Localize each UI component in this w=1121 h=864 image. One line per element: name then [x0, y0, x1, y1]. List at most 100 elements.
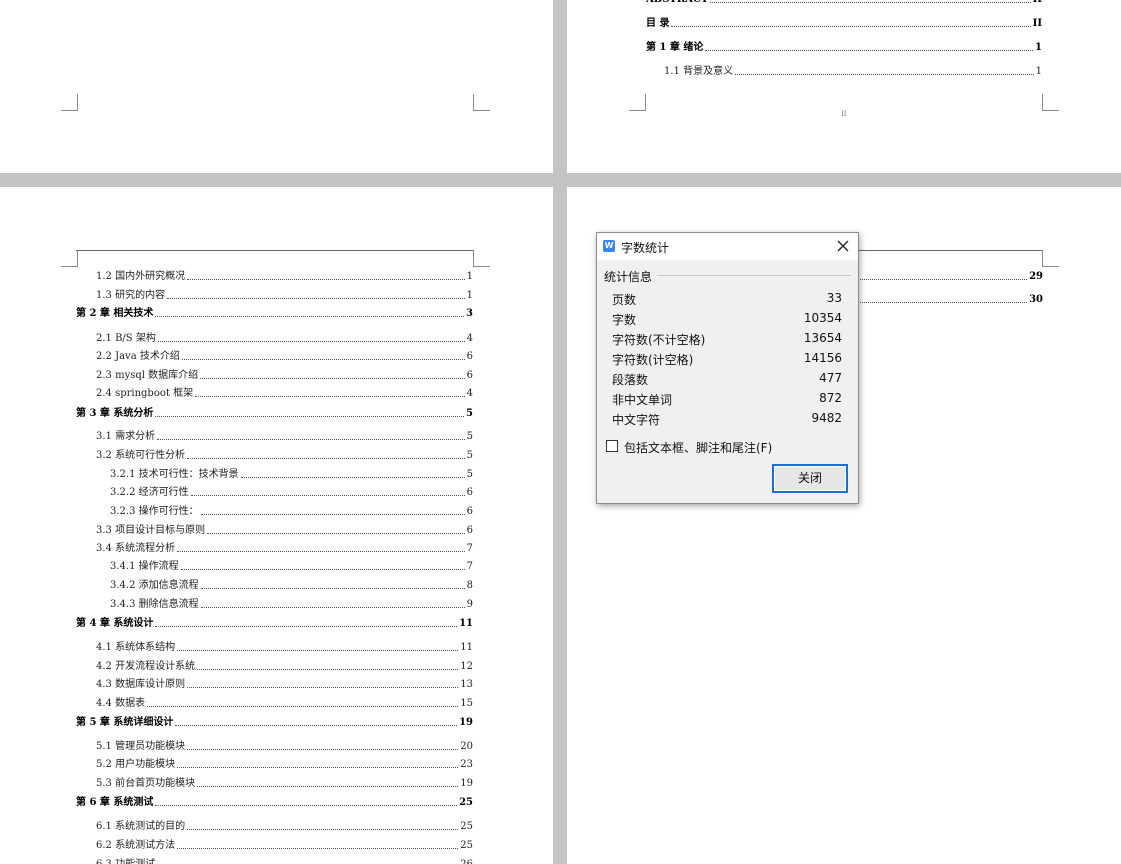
- toc-leader-dots: [735, 73, 1034, 75]
- toc-entry-title: 2.3 mysql 数据库介绍: [96, 370, 199, 381]
- toc-entry-page: 4: [466, 388, 473, 399]
- toc-entry-page: 5: [466, 469, 473, 480]
- toc-chapter-entry[interactable]: 第 4 章 系统设计 11: [76, 618, 473, 630]
- toc-entry-page: 19: [459, 717, 473, 728]
- toc-leader-dots: [187, 686, 459, 688]
- word-count-dialog: W 字数统计 统计信息 页数 33 字数 10354 字符数(不计空格) 13654 字符数…: [596, 232, 859, 504]
- toc-entry-title: 3.4.2 添加信息流程: [110, 580, 199, 591]
- toc-entry[interactable]: 3.2 系统可行性分析 5: [96, 450, 473, 462]
- toc-entry-page: 6: [466, 351, 473, 362]
- toc-chapter-entry[interactable]: 第 2 章 相关技术 3: [76, 308, 473, 320]
- stat-value: 33: [826, 291, 842, 305]
- document-page-bottom-left: 1.2 国内外研究概况 1 1.3 研究的内容 1 第 2 章 相关技术 3 2.1 B/S…: [0, 187, 553, 864]
- toc-leader-dots: [177, 649, 459, 651]
- stat-row: 段落数 477: [612, 371, 842, 389]
- toc-entry-title: 3.2.2 经济可行性: [110, 487, 189, 498]
- toc-entry[interactable]: 6.2 系统测试方法 25: [96, 840, 473, 852]
- toc-entry[interactable]: 3.3 项目设计目标与原则 6: [96, 525, 473, 537]
- toc-entry-page: 7: [466, 561, 473, 572]
- toc-entry[interactable]: 4.2 开发流程设计系统 12: [96, 661, 473, 673]
- stat-label: 字符数(不计空格): [612, 333, 706, 347]
- toc-entry[interactable]: 3.2.3 操作可行性： 6: [110, 506, 473, 518]
- toc-leader-dots: [187, 457, 465, 459]
- toc-entry[interactable]: 5.2 用户功能模块 23: [96, 759, 473, 771]
- toc-chapter-entry[interactable]: ABSTRACT II: [646, 0, 1042, 6]
- toc-entry[interactable]: 4.4 数据表 15: [96, 698, 473, 710]
- toc-leader-dots: [177, 766, 459, 768]
- toc-entry[interactable]: 2.1 B/S 架构 4: [96, 333, 473, 345]
- toc-entry[interactable]: 6.1 系统测试的目的 25: [96, 821, 473, 833]
- toc-entry-title: 3.1 需求分析: [96, 431, 156, 442]
- toc-entry-title: 5.1 管理员功能模块: [96, 741, 186, 752]
- toc-entry-page: 25: [459, 797, 473, 808]
- toc-entry-page: 6: [466, 487, 473, 498]
- toc-entry-page: II: [1032, 18, 1042, 29]
- toc-entry[interactable]: 3.4.2 添加信息流程 8: [110, 580, 473, 592]
- toc-entry-page: 6: [466, 506, 473, 517]
- page-corner-mark: [473, 250, 490, 267]
- toc-chapter-entry[interactable]: 第 1 章 绪论 1: [646, 42, 1042, 54]
- toc-entry-title: 目 录: [646, 18, 670, 29]
- toc-entry-page: 5: [466, 431, 473, 442]
- toc-entry-page: 15: [460, 698, 473, 709]
- document-page-top-right: ABSTRACT II 目 录 II 第 1 章 绪论 1 1.1 背景及意义 1 II: [567, 0, 1121, 173]
- toc-entry-page: 5: [466, 450, 473, 461]
- toc-entry-title: 6.3 功能测试: [96, 859, 155, 864]
- toc-entry[interactable]: 2.2 Java 技术介绍 6: [96, 351, 473, 363]
- toc-chapter-entry[interactable]: 目 录 II: [646, 18, 1042, 30]
- toc-entry[interactable]: 1.1 背景及意义 1: [664, 66, 1042, 78]
- include-textboxes-footnotes-label[interactable]: 包括文本框、脚注和尾注(F): [624, 439, 772, 456]
- toc-leader-dots: [200, 513, 465, 515]
- stat-value: 13654: [803, 331, 842, 345]
- toc-entry[interactable]: 3.2.1 技术可行性：技术背景 5: [110, 469, 473, 481]
- toc-entry[interactable]: 3.4 系统流程分析 7: [96, 543, 473, 555]
- stat-label: 中文字符: [612, 413, 661, 427]
- toc-entry-title: 3.3 项目设计目标与原则: [96, 525, 206, 536]
- include-textboxes-footnotes-checkbox[interactable]: [606, 440, 618, 452]
- close-icon[interactable]: [834, 237, 852, 255]
- toc-leader-dots: [197, 668, 459, 670]
- toc-entry-page: 1: [1035, 66, 1042, 77]
- toc-entry[interactable]: 5.3 前台首页功能模块 19: [96, 778, 473, 790]
- toc-entry[interactable]: 3.4.1 操作流程 7: [110, 561, 473, 573]
- toc-entry-page: 1: [466, 290, 473, 301]
- toc-leader-dots: [200, 377, 465, 379]
- toc-entry-title: 第 5 章 系统详细设计: [76, 717, 174, 728]
- group-divider: [657, 275, 851, 276]
- wps-writer-icon: W: [603, 240, 615, 252]
- toc-entry-title: 1.3 研究的内容: [96, 290, 166, 301]
- toc-entry[interactable]: 4.3 数据库设计原则 13: [96, 679, 473, 691]
- toc-entry[interactable]: 2.3 mysql 数据库介绍 6: [96, 370, 473, 382]
- toc-entry[interactable]: 1.2 国内外研究概况 1: [96, 271, 473, 283]
- toc-entry-page: 11: [459, 618, 473, 629]
- toc-entry[interactable]: 1.3 研究的内容 1: [96, 290, 473, 302]
- toc-entry-title: 第 2 章 相关技术: [76, 308, 154, 319]
- toc-entry-page: 7: [466, 543, 473, 554]
- page-corner-mark: [61, 250, 78, 267]
- toc-chapter-entry[interactable]: 第 6 章 系统测试 25: [76, 797, 473, 809]
- toc-entry-title: 3.4 系统流程分析: [96, 543, 176, 554]
- toc-entry[interactable]: 2.4 springboot 框架 4: [96, 388, 473, 400]
- toc-entry-page: 25: [460, 840, 473, 851]
- toc-entry[interactable]: 3.2.2 经济可行性 6: [110, 487, 473, 499]
- toc-entry[interactable]: 4.1 系统体系结构 11: [96, 642, 473, 654]
- toc-entry[interactable]: 3.1 需求分析 5: [96, 431, 473, 443]
- toc-chapter-entry[interactable]: 第 5 章 系统详细设计 19: [76, 717, 473, 729]
- dialog-titlebar[interactable]: W 字数统计: [597, 233, 858, 260]
- toc-entry-page: 12: [460, 661, 473, 672]
- toc-leader-dots: [200, 587, 465, 589]
- stat-label: 页数: [612, 293, 637, 307]
- close-button[interactable]: 关闭: [772, 464, 848, 493]
- stat-value: 10354: [803, 311, 842, 325]
- stat-label: 非中文单词: [612, 393, 673, 407]
- dialog-title: 字数统计: [621, 241, 670, 255]
- toc-entry[interactable]: 5.1 管理员功能模块 20: [96, 741, 473, 753]
- toc-entry[interactable]: 6.3 功能测试 26: [96, 859, 473, 864]
- toc-entry[interactable]: 3.4.3 删除信息流程 9: [110, 599, 473, 611]
- toc-entry-title: 第 1 章 绪论: [646, 42, 704, 53]
- toc-entry-title: 4.2 开发流程设计系统: [96, 661, 196, 672]
- toc-chapter-entry[interactable]: 第 3 章 系统分析 5: [76, 408, 473, 420]
- toc-entry-title: 3.4.3 删除信息流程: [110, 599, 199, 610]
- toc-entry-title: 第 3 章 系统分析: [76, 408, 154, 419]
- toc-entry-page: 9: [466, 599, 473, 610]
